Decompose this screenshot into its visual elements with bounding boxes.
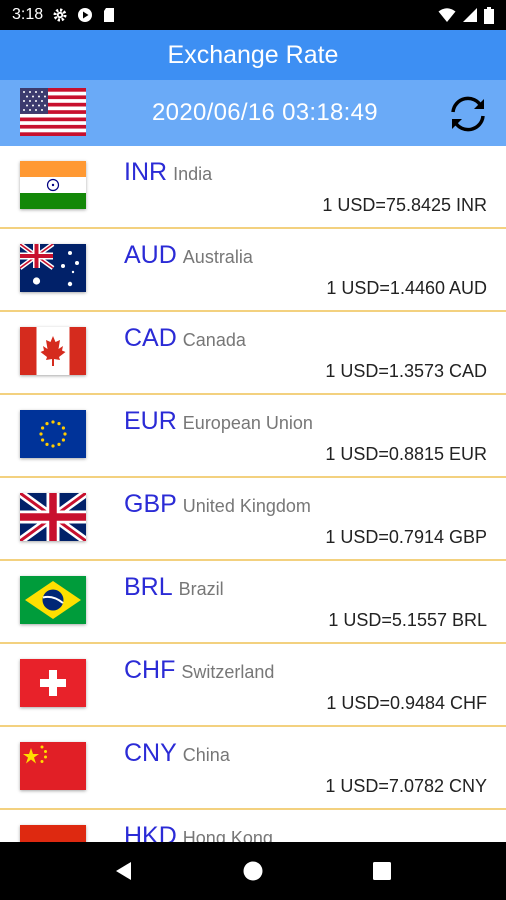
currency-row-gbp[interactable]: GBP United Kingdom 1 USD=0.7914 GBP bbox=[0, 478, 506, 561]
country-name: India bbox=[173, 164, 213, 184]
currency-row-hkd[interactable]: HKD Hong Kong bbox=[0, 810, 506, 842]
currency-row-chf[interactable]: CHF Switzerland 1 USD=0.9484 CHF bbox=[0, 644, 506, 727]
recents-square-icon bbox=[372, 862, 391, 880]
currency-code: AUD bbox=[124, 241, 177, 269]
currency-code: HKD bbox=[124, 822, 177, 842]
status-bar: 3:18 bbox=[0, 0, 506, 30]
currency-row-brl[interactable]: BRL Brazil 1 USD=5.1557 BRL bbox=[0, 561, 506, 644]
currency-code: CNY bbox=[124, 739, 177, 767]
exchange-rate: 1 USD=5.1557 BRL bbox=[328, 610, 487, 630]
recents-button[interactable] bbox=[362, 851, 402, 891]
signal-icon bbox=[463, 8, 477, 22]
currency-code: BRL bbox=[124, 573, 173, 601]
play-protect-icon bbox=[78, 8, 93, 22]
refresh-icon[interactable] bbox=[444, 90, 492, 138]
country-name: Canada bbox=[182, 330, 246, 350]
country-name: Switzerland bbox=[181, 662, 275, 682]
exchange-rate: 1 USD=0.9484 CHF bbox=[326, 693, 487, 713]
currency-row-eur[interactable]: EUR European Union 1 USD=0.8815 EUR bbox=[0, 395, 506, 478]
exchange-rate: 1 USD=1.4460 AUD bbox=[326, 278, 487, 298]
currency-code: INR bbox=[124, 158, 168, 186]
last-updated-timestamp: 2020/06/16 03:18:49 bbox=[152, 99, 378, 126]
app-title: Exchange Rate bbox=[167, 40, 339, 69]
back-triangle-icon bbox=[116, 862, 132, 880]
canada-flag-icon bbox=[20, 327, 86, 375]
australia-flag-icon bbox=[20, 244, 86, 292]
currency-code: CAD bbox=[124, 324, 177, 352]
uk-flag-icon bbox=[20, 493, 86, 541]
app-bar: Exchange Rate bbox=[0, 30, 506, 80]
country-name: Brazil bbox=[178, 579, 224, 599]
system-navigation-bar bbox=[0, 842, 506, 900]
switzerland-flag-icon bbox=[20, 659, 86, 707]
base-currency-bar: 2020/06/16 03:18:49 bbox=[0, 80, 506, 146]
exchange-rate: 1 USD=7.0782 CNY bbox=[325, 776, 487, 796]
exchange-rate: 1 USD=0.7914 GBP bbox=[325, 527, 487, 547]
currency-row-inr[interactable]: INR India 1 USD=75.8425 INR bbox=[0, 146, 506, 229]
country-name: Hong Kong bbox=[182, 828, 273, 842]
currency-row-cny[interactable]: CNY China 1 USD=7.0782 CNY bbox=[0, 727, 506, 810]
settings-icon bbox=[53, 8, 67, 22]
currency-row-aud[interactable]: AUD Australia 1 USD=1.4460 AUD bbox=[0, 229, 506, 312]
home-circle-icon bbox=[243, 861, 263, 881]
country-name: China bbox=[182, 745, 230, 765]
home-button[interactable] bbox=[233, 851, 273, 891]
battery-icon bbox=[484, 6, 494, 24]
country-name: European Union bbox=[182, 413, 313, 433]
hong-kong-flag-icon bbox=[20, 825, 86, 842]
back-button[interactable] bbox=[104, 851, 144, 891]
wifi-icon bbox=[438, 8, 456, 22]
currency-row-cad[interactable]: CAD Canada 1 USD=1.3573 CAD bbox=[0, 312, 506, 395]
eu-flag-icon bbox=[20, 410, 86, 458]
india-flag-icon bbox=[20, 161, 86, 209]
exchange-rate: 1 USD=1.3573 CAD bbox=[325, 361, 487, 381]
currency-code: GBP bbox=[124, 490, 177, 518]
exchange-rate: 1 USD=75.8425 INR bbox=[322, 195, 487, 215]
us-flag-icon[interactable] bbox=[20, 88, 86, 136]
brazil-flag-icon bbox=[20, 576, 86, 624]
currency-list[interactable]: INR India 1 USD=75.8425 INR AUD Australia … bbox=[0, 146, 506, 842]
country-name: United Kingdom bbox=[182, 496, 311, 516]
country-name: Australia bbox=[182, 247, 253, 267]
currency-code: EUR bbox=[124, 407, 177, 435]
status-time: 3:18 bbox=[12, 6, 44, 23]
sd-card-icon bbox=[104, 8, 115, 22]
exchange-rate: 1 USD=0.8815 EUR bbox=[325, 444, 487, 464]
china-flag-icon bbox=[20, 742, 86, 790]
currency-code: CHF bbox=[124, 656, 176, 684]
